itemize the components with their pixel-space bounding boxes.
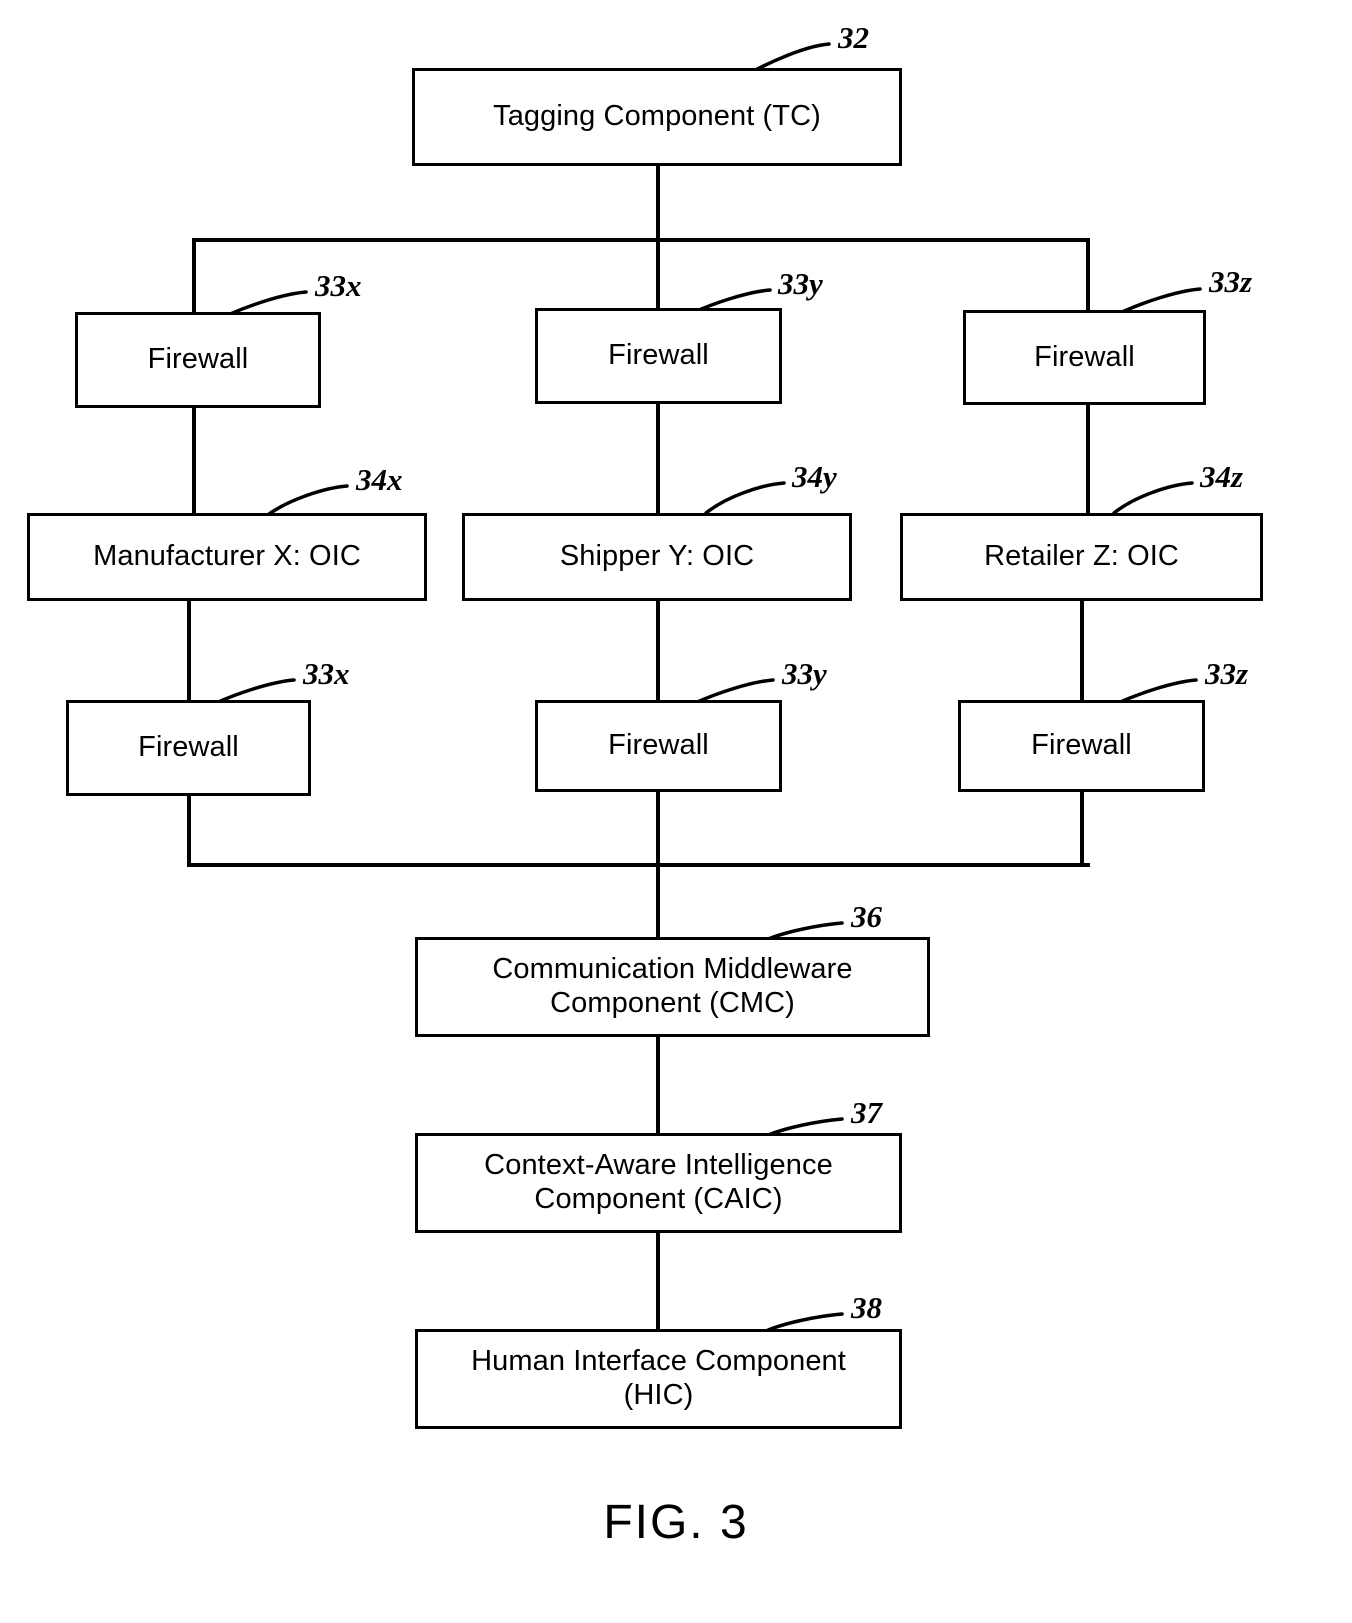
node-label-tc: Tagging Component (TC) [493,100,821,133]
ref-numeral-36: 36 [851,899,882,934]
ref-numeral-33y-bottom: 33y [782,656,827,691]
node-label-firewall-top-y: Firewall [608,339,709,372]
leader-34x [267,484,349,516]
patent-figure-3: Tagging Component (TC) Firewall Firewall… [0,0,1352,1623]
node-human-interface-component[interactable]: Human Interface Component (HIC) [415,1329,902,1429]
node-firewall-bottom-x[interactable]: Firewall [66,700,311,796]
node-firewall-top-x[interactable]: Firewall [75,312,321,408]
node-label-firewall-top-z: Firewall [1034,340,1135,373]
ref-numeral-33z-top: 33z [1209,264,1253,299]
ref-numeral-32: 32 [838,20,869,55]
node-communication-middleware-component[interactable]: Communication Middleware Component (CMC) [415,937,930,1037]
node-label-caic: Context-Aware Intelligence Component (CA… [484,1149,833,1215]
figure-caption: FIG. 3 [603,1496,749,1549]
node-label-retailer-z-oic: Retailer Z: OIC [984,540,1179,573]
node-retailer-z-oic[interactable]: Retailer Z: OIC [900,513,1263,601]
node-label-shipper-y-oic: Shipper Y: OIC [559,540,755,573]
ref-numeral-33y-top: 33y [778,266,823,301]
node-manufacturer-x-oic[interactable]: Manufacturer X: OIC [27,513,427,601]
node-label-firewall-bottom-x: Firewall [138,731,239,764]
ref-numeral-37: 37 [851,1095,882,1130]
node-label-cmc: Communication Middleware Component (CMC) [492,953,853,1019]
node-shipper-y-oic[interactable]: Shipper Y: OIC [462,513,852,601]
node-firewall-top-z[interactable]: Firewall [963,310,1206,405]
node-firewall-top-y[interactable]: Firewall [535,308,782,404]
node-firewall-bottom-y[interactable]: Firewall [535,700,782,792]
node-label-firewall-bottom-y: Firewall [608,729,709,762]
node-tagging-component[interactable]: Tagging Component (TC) [412,68,902,166]
ref-numeral-33x-top: 33x [315,268,362,303]
node-context-aware-intelligence-component[interactable]: Context-Aware Intelligence Component (CA… [415,1133,902,1233]
node-label-firewall-top-x: Firewall [147,343,249,376]
ref-numeral-33x-bottom: 33x [303,656,350,691]
ref-numeral-34z: 34z [1200,459,1244,494]
ref-numeral-33z-bottom: 33z [1205,656,1249,691]
leader-34y [704,481,786,515]
node-label-manufacturer-x-oic: Manufacturer X: OIC [93,540,361,573]
node-label-hic: Human Interface Component (HIC) [471,1345,846,1411]
ref-numeral-34x: 34x [356,462,403,497]
ref-numeral-34y: 34y [792,459,837,494]
leader-34z [1112,481,1194,515]
node-firewall-bottom-z[interactable]: Firewall [958,700,1205,792]
ref-numeral-38: 38 [851,1290,882,1325]
node-label-firewall-bottom-z: Firewall [1031,729,1132,762]
leader-33z [1120,287,1202,314]
